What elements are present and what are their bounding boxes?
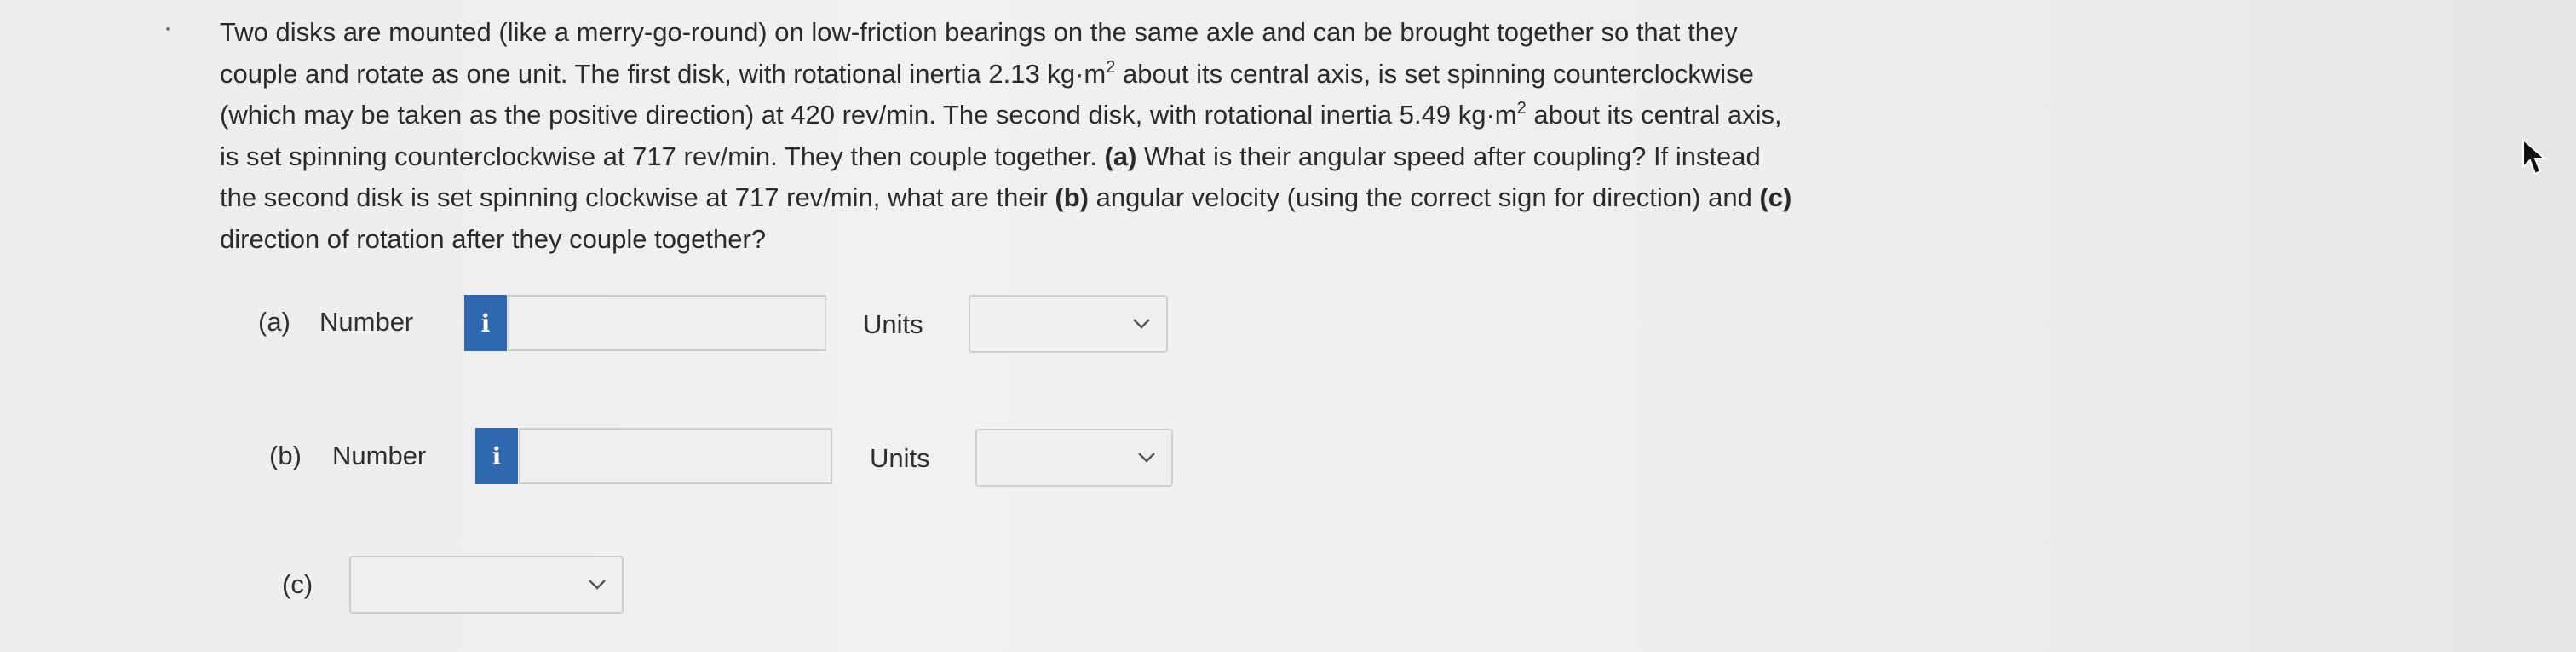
chevron-down-icon	[589, 580, 606, 590]
part-b-units-select[interactable]	[975, 429, 1173, 487]
part-b-units-label: Units	[870, 443, 930, 473]
problem-line: (which may be taken as the positive dire…	[220, 95, 1992, 136]
part-reference: (b)	[1055, 182, 1090, 212]
problem-text: the second disk is set spinning clockwis…	[220, 182, 1055, 212]
problem-text: What is their angular speed after coupli…	[1136, 141, 1761, 171]
problem-line: couple and rotate as one unit. The first…	[220, 54, 1992, 95]
part-a-info-icon[interactable]: i	[464, 295, 507, 351]
problem-text: direction of rotation after they couple …	[220, 223, 767, 254]
problem-line: Two disks are mounted (like a merry-go-r…	[220, 12, 1992, 54]
problem-text: about its central axis, is set spinning …	[1115, 58, 1754, 89]
mouse-cursor-icon	[2522, 138, 2547, 176]
chevron-down-icon	[1138, 453, 1155, 463]
problem-line: is set spinning counterclockwise at 717 …	[220, 136, 1992, 178]
part-b-number-label: Number	[332, 441, 427, 470]
superscript: 2	[1516, 99, 1527, 118]
part-a-number-input[interactable]	[508, 295, 826, 351]
part-a-number-label: Number	[319, 307, 414, 337]
problem-text: Two disks are mounted (like a merry-go-r…	[220, 17, 1738, 47]
part-b-number-input[interactable]	[519, 428, 832, 484]
problem-text: is set spinning counterclockwise at 717 …	[220, 141, 1105, 171]
problem-statement: Two disks are mounted (like a merry-go-r…	[220, 12, 1992, 260]
chevron-down-icon	[1133, 319, 1150, 329]
part-a-label: (a)	[258, 307, 290, 337]
part-a-units-label: Units	[863, 309, 923, 339]
problem-text: about its central axis,	[1526, 100, 1782, 130]
list-bullet: ·	[164, 14, 172, 42]
problem-line: direction of rotation after they couple …	[220, 219, 1992, 261]
problem-line: the second disk is set spinning clockwis…	[220, 177, 1992, 219]
part-reference: (a)	[1104, 141, 1137, 171]
info-icon: i	[492, 441, 502, 470]
part-c-direction-select[interactable]	[349, 556, 624, 614]
info-icon: i	[480, 309, 491, 338]
part-b-info-icon[interactable]: i	[475, 428, 518, 484]
problem-text: (which may be taken as the positive dire…	[220, 100, 1517, 130]
part-reference: (c)	[1759, 182, 1792, 212]
superscript: 2	[1106, 57, 1116, 77]
part-a-units-select[interactable]	[969, 295, 1168, 353]
part-b-label: (b)	[269, 441, 302, 470]
problem-text: couple and rotate as one unit. The first…	[220, 58, 1107, 89]
problem-text: angular velocity (using the correct sign…	[1089, 182, 1760, 212]
part-c-label: (c)	[282, 569, 313, 599]
